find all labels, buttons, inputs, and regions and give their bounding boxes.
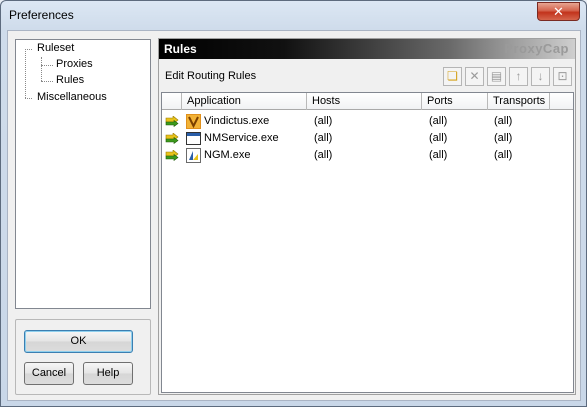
tree-item-miscellaneous[interactable]: Miscellaneous — [37, 91, 107, 103]
rule-active-arrow-icon — [165, 133, 179, 144]
ok-button[interactable]: OK — [24, 330, 133, 353]
table-row[interactable]: Vindictus.exe (all) (all) (all) — [162, 113, 573, 130]
cell-transports: (all) — [494, 149, 513, 161]
tree-connector — [25, 98, 32, 99]
preferences-tree: Ruleset Proxies Rules Miscellaneous — [15, 39, 151, 309]
rule-active-arrow-icon — [165, 116, 179, 127]
rule-properties-button[interactable]: ▤ — [487, 67, 506, 86]
rules-header: Rules ProxyCap — [159, 39, 575, 59]
column-header-transports[interactable]: Transports — [488, 93, 550, 110]
cancel-button[interactable]: Cancel — [24, 362, 74, 385]
cell-transports: (all) — [494, 132, 513, 144]
dialog-client-area: Ruleset Proxies Rules Miscellaneous OK C… — [7, 30, 581, 401]
rules-list[interactable]: Application Hosts Ports Transports Vindi… — [161, 92, 574, 393]
new-rule-button[interactable]: ❏ — [443, 67, 462, 86]
rules-title: Rules — [164, 42, 197, 56]
cell-application: NGM.exe — [204, 149, 251, 161]
move-down-icon: ↓ — [537, 69, 544, 83]
move-up-button[interactable]: ↑ — [509, 67, 528, 86]
dialog-button-group: OK Cancel Help — [15, 319, 151, 395]
toolbar-label: Edit Routing Rules — [165, 70, 257, 82]
cell-application: Vindictus.exe — [204, 115, 270, 127]
tree-connector — [41, 57, 42, 81]
cell-transports: (all) — [494, 115, 513, 127]
rules-panel: Rules ProxyCap Edit Routing Rules ❏ ✕ ▤ … — [158, 38, 576, 395]
move-down-button[interactable]: ↓ — [531, 67, 550, 86]
tree-item-ruleset[interactable]: Ruleset — [37, 42, 74, 54]
column-header-ports[interactable]: Ports — [422, 93, 488, 110]
close-icon: ✕ — [553, 4, 564, 19]
rules-list-header: Application Hosts Ports Transports — [162, 93, 573, 110]
column-header-application[interactable]: Application — [182, 93, 307, 110]
delete-rule-button[interactable]: ✕ — [465, 67, 484, 86]
tree-connector — [25, 49, 26, 98]
properties-icon: ▤ — [490, 69, 503, 83]
tree-connector — [25, 49, 32, 50]
new-rule-icon: ❏ — [447, 69, 458, 83]
tree-item-rules[interactable]: Rules — [56, 74, 84, 86]
title-bar[interactable]: Preferences ✕ — [1, 1, 586, 30]
cell-hosts: (all) — [314, 132, 333, 144]
delete-icon: ✕ — [469, 69, 480, 83]
cell-hosts: (all) — [314, 149, 333, 161]
column-header-hosts[interactable]: Hosts — [307, 93, 422, 110]
rule-active-arrow-icon — [165, 150, 179, 161]
tree-item-proxies[interactable]: Proxies — [56, 58, 93, 70]
tree-connector — [41, 81, 53, 82]
cell-application: NMService.exe — [204, 132, 279, 144]
cell-hosts: (all) — [314, 115, 333, 127]
column-header-blank — [162, 93, 182, 110]
rules-toolbar: Edit Routing Rules ❏ ✕ ▤ ↑ ↓ ⊡ — [159, 63, 575, 89]
brand-logo: ProxyCap — [504, 41, 569, 56]
cell-ports: (all) — [429, 149, 448, 161]
tree-connector — [41, 65, 53, 66]
window-title: Preferences — [9, 8, 74, 22]
table-row[interactable]: NMService.exe (all) (all) (all) — [162, 130, 573, 147]
rule-info-button[interactable]: ⊡ — [553, 67, 572, 86]
cell-ports: (all) — [429, 132, 448, 144]
help-button[interactable]: Help — [83, 362, 133, 385]
rule-info-icon: ⊡ — [557, 69, 568, 83]
cell-ports: (all) — [429, 115, 448, 127]
close-button[interactable]: ✕ — [537, 2, 580, 21]
move-up-icon: ↑ — [515, 69, 522, 83]
table-row[interactable]: NGM.exe (all) (all) (all) — [162, 147, 573, 164]
preferences-window: Preferences ✕ Ruleset Proxies Rules Misc… — [0, 0, 587, 407]
